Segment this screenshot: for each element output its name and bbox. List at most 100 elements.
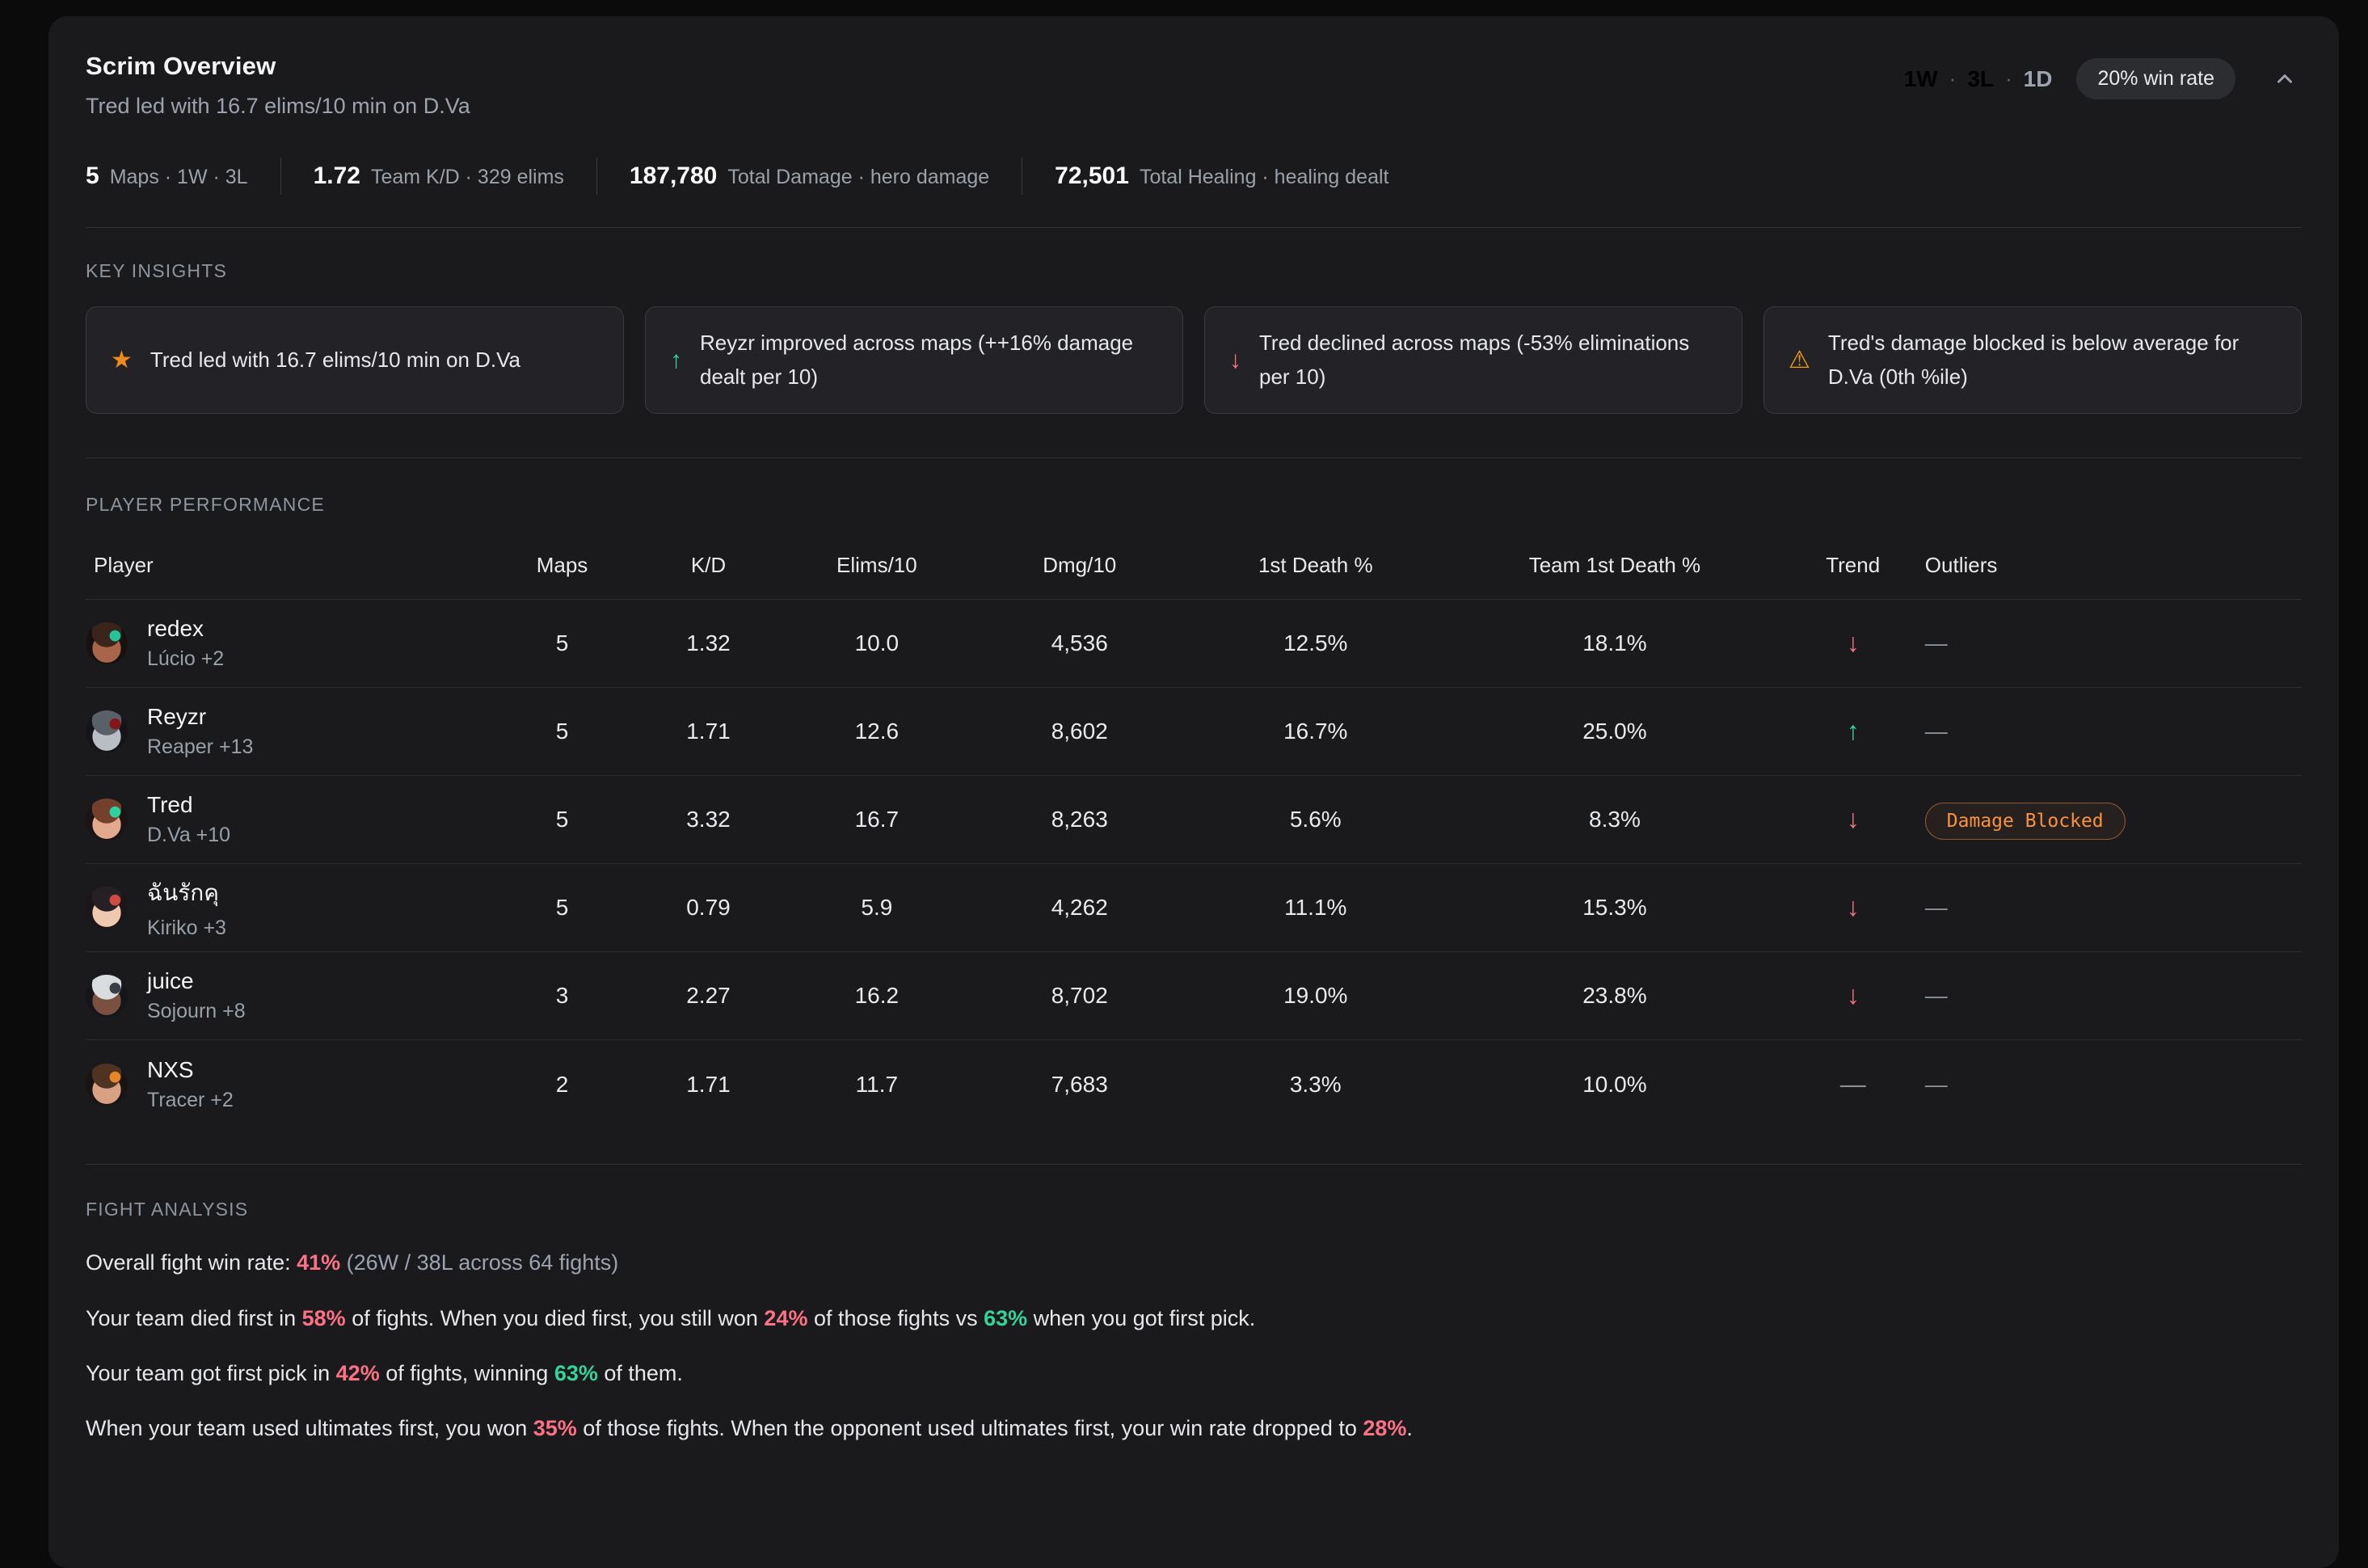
- player-cell: Tred D.Va +10: [86, 792, 485, 847]
- warning-icon: ⚠: [1789, 348, 1810, 373]
- cell-team_first_death: 25.0%: [1448, 719, 1780, 744]
- column-header-dmg-10: Dmg/10: [976, 553, 1182, 578]
- trend-down-icon: ↓: [1847, 628, 1860, 657]
- player-name-block: NXS Tracer +2: [147, 1057, 234, 1112]
- cell-dmg10: 7,683: [976, 1072, 1182, 1098]
- fight-analysis-lines: Overall fight win rate: 41% (26W / 38L a…: [86, 1250, 2302, 1442]
- player-table: PlayerMapsK/DElims/10Dmg/101st Death %Te…: [86, 535, 2302, 1128]
- player-name-block: ฉันรักคุKiriko +3: [147, 875, 226, 940]
- avatar: [86, 887, 128, 929]
- cell-kd: 1.71: [639, 1072, 777, 1098]
- cell-maps: 5: [485, 895, 640, 921]
- insight-text: Reyzr improved across maps (++16% damage…: [700, 327, 1158, 394]
- trend-cell: ↓: [1781, 894, 1925, 921]
- text-segment: of those fights vs: [807, 1306, 984, 1330]
- stat-value: 187,780: [630, 162, 717, 190]
- text-segment: .: [1406, 1416, 1413, 1440]
- page-title: Scrim Overview: [86, 52, 470, 81]
- cell-maps: 5: [485, 719, 640, 744]
- player-heroes: D.Va +10: [147, 824, 230, 847]
- player-cell: redexLúcio +2: [86, 616, 485, 671]
- player-name: Tred: [147, 792, 230, 818]
- fight-analysis-line: Your team got first pick in 42% of fight…: [86, 1360, 2302, 1386]
- text-segment: 42%: [336, 1361, 380, 1385]
- cell-maps: 5: [485, 630, 640, 656]
- table-row: redexLúcio +251.3210.04,53612.5%18.1%↓—: [86, 600, 2302, 688]
- player-name: redex: [147, 616, 224, 642]
- player-heroes: Sojourn +8: [147, 1000, 246, 1023]
- record-losses: 3L: [1967, 66, 1994, 92]
- stat-label: Maps · 1W · 3L: [110, 166, 248, 189]
- cell-first_death: 3.3%: [1182, 1072, 1448, 1098]
- player-name: ฉันรักคุ: [147, 875, 226, 911]
- header-controls: 1W · 3L · 1D 20% win rate: [1904, 58, 2302, 99]
- table-row: ReyzrReaper +1351.7112.68,60216.7%25.0%↑…: [86, 688, 2302, 776]
- player-cell: juiceSojourn +8: [86, 968, 485, 1023]
- cell-team_first_death: 15.3%: [1448, 895, 1780, 921]
- trend-cell: ↑: [1781, 718, 1925, 745]
- player-cell: ฉันรักคุKiriko +3: [86, 875, 485, 940]
- trend-down-icon: ↓: [1847, 980, 1860, 1010]
- cell-elims10: 10.0: [777, 630, 976, 656]
- text-segment: of them.: [598, 1361, 683, 1385]
- text-segment: Your team got first pick in: [86, 1361, 336, 1385]
- trend-down-icon: ↓: [1847, 804, 1860, 833]
- cell-kd: 3.32: [639, 807, 777, 832]
- cell-team_first_death: 10.0%: [1448, 1072, 1780, 1098]
- avatar: [86, 975, 128, 1017]
- cell-first_death: 5.6%: [1182, 807, 1448, 832]
- column-header-maps: Maps: [485, 553, 640, 578]
- outlier-dash: —: [1925, 895, 1948, 920]
- table-row: ฉันรักคุKiriko +350.795.94,26211.1%15.3%…: [86, 864, 2302, 952]
- stat-label: Total Healing · healing dealt: [1140, 166, 1389, 189]
- stat-value: 72,501: [1055, 162, 1129, 190]
- outlier-cell: —: [1925, 719, 2302, 744]
- key-insights-title: KEY INSIGHTS: [86, 260, 2302, 282]
- insight-card: ★Tred led with 16.7 elims/10 min on D.Va: [86, 306, 624, 414]
- fight-analysis-title: FIGHT ANALYSIS: [86, 1199, 2302, 1220]
- avatar: [86, 710, 128, 752]
- cell-maps: 5: [485, 807, 640, 832]
- player-heroes: Reaper +13: [147, 736, 253, 759]
- trend-cell: ↓: [1781, 806, 1925, 833]
- cell-kd: 0.79: [639, 895, 777, 921]
- card-header: Scrim Overview Tred led with 16.7 elims/…: [86, 52, 2302, 119]
- stat-label: Team K/D · 329 elims: [371, 166, 564, 189]
- text-segment: of fights, winning: [380, 1361, 554, 1385]
- text-segment: 28%: [1363, 1416, 1406, 1440]
- cell-first_death: 12.5%: [1182, 630, 1448, 656]
- trend-cell: ↓: [1781, 630, 1925, 657]
- record-separator: ·: [2005, 66, 2012, 91]
- fight-analysis-line: When your team used ultimates first, you…: [86, 1415, 2302, 1441]
- avatar: [86, 1064, 128, 1106]
- trend-up-icon: ↑: [1847, 716, 1860, 745]
- insight-text: Tred's damage blocked is below average f…: [1828, 327, 2277, 394]
- text-segment: Overall fight win rate:: [86, 1250, 297, 1275]
- text-segment: (26W / 38L across 64 fights): [340, 1250, 618, 1275]
- outlier-dash: —: [1925, 719, 1948, 744]
- stat-divider: [280, 158, 281, 195]
- summary-stat: 1.72Team K/D · 329 elims: [314, 162, 564, 190]
- chevron-up-icon: [2273, 67, 2297, 91]
- collapse-button[interactable]: [2268, 62, 2302, 96]
- text-segment: 41%: [297, 1250, 340, 1275]
- header-titles: Scrim Overview Tred led with 16.7 elims/…: [86, 52, 470, 119]
- cell-dmg10: 4,262: [976, 895, 1182, 921]
- insight-card: ⚠ Tred's damage blocked is below average …: [1763, 306, 2302, 414]
- player-name: NXS: [147, 1057, 234, 1083]
- section-divider: [86, 1164, 2302, 1165]
- trend-flat-dash: —: [1840, 1069, 1866, 1098]
- table-row: juiceSojourn +832.2716.28,70219.0%23.8%↓…: [86, 952, 2302, 1040]
- summary-stat: 187,780Total Damage · hero damage: [630, 162, 989, 190]
- text-segment: 63%: [554, 1361, 598, 1385]
- cell-first_death: 16.7%: [1182, 719, 1448, 744]
- record-draws: 1D: [2024, 66, 2053, 92]
- text-segment: Your team died first in: [86, 1306, 302, 1330]
- player-heroes: Tracer +2: [147, 1089, 234, 1112]
- cell-elims10: 16.7: [777, 807, 976, 832]
- avatar: [86, 622, 128, 664]
- cell-kd: 1.32: [639, 630, 777, 656]
- cell-team_first_death: 23.8%: [1448, 983, 1780, 1009]
- column-header-1st-death-: 1st Death %: [1182, 553, 1448, 578]
- section-divider: [86, 227, 2302, 228]
